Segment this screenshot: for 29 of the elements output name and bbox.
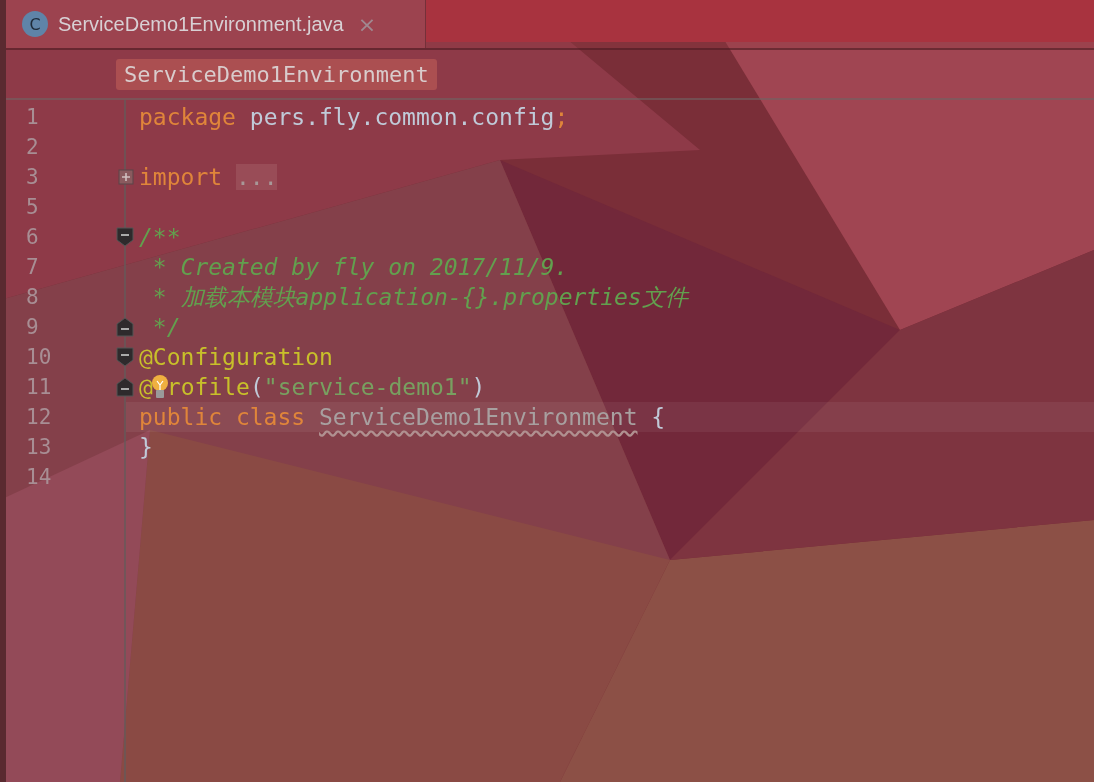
line-number: 13	[25, 434, 53, 461]
code-line: @Configuration	[138, 343, 334, 372]
line-number: 5	[25, 194, 40, 221]
line-number: 7	[25, 254, 40, 281]
line-number: 8	[25, 284, 40, 311]
code-line: /**	[138, 223, 182, 252]
line-number: 12	[25, 404, 53, 431]
code-line: import ...	[138, 163, 279, 192]
line-number: 6	[25, 224, 40, 251]
line-number: 11	[25, 374, 53, 401]
line-number: 9	[25, 314, 40, 341]
code-line: * Created by fly on 2017/11/9.	[151, 253, 570, 282]
code-line: @ rofile("service-demo1")	[138, 372, 487, 402]
code-line: package pers.fly.common.config;	[138, 103, 570, 132]
tab-title: ServiceDemo1Environment.java	[58, 12, 344, 36]
line-number: 2	[25, 134, 40, 161]
line-number: 10	[25, 344, 53, 371]
expand-icon[interactable]	[118, 169, 134, 185]
line-number: 3	[25, 164, 40, 191]
line-number: 14	[25, 464, 53, 491]
code-line: * 加载本模块application-{}.properties文件	[151, 283, 691, 312]
line-number: 1	[25, 104, 40, 131]
file-tab[interactable]: C ServiceDemo1Environment.java ×	[6, 0, 426, 48]
close-icon[interactable]: ×	[357, 11, 377, 37]
breadcrumb[interactable]: ServiceDemo1Environment	[116, 58, 437, 90]
code-line: */	[151, 313, 182, 342]
fold-icon[interactable]	[116, 347, 134, 367]
code-line: }	[138, 433, 154, 462]
fold-icon[interactable]	[116, 227, 134, 247]
